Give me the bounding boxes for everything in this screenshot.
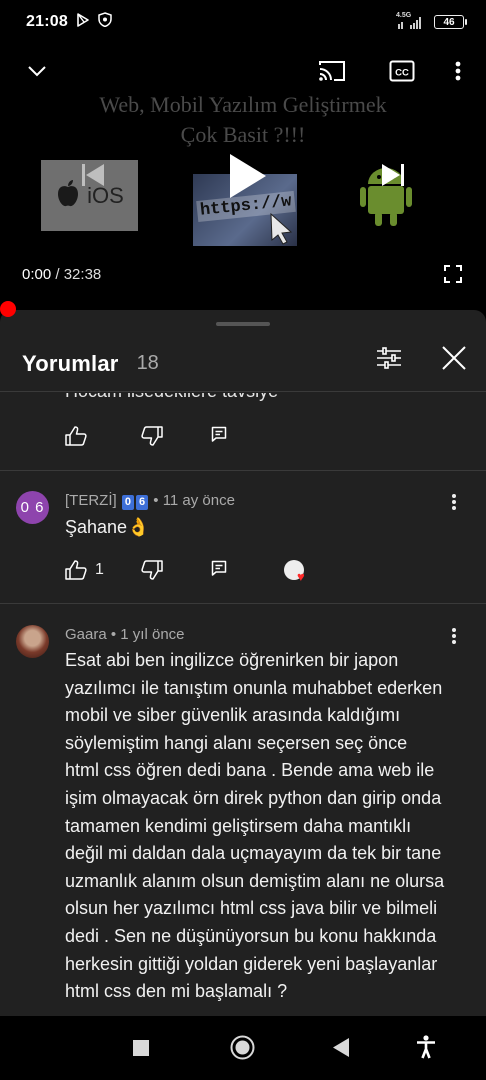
comment-text: Şahane👌 <box>65 517 150 537</box>
filter-sliders-icon[interactable] <box>376 345 402 376</box>
back-triangle-icon[interactable] <box>333 1038 349 1062</box>
like-count: 1 <box>95 561 104 578</box>
time-display: 0:00 / 32:38 <box>22 266 101 283</box>
status-left: 21:08 <box>26 12 112 32</box>
video-title-line2: Çok Basit ?!!! <box>180 122 306 147</box>
comment-line: herkesin gittiği yoldan giderek yeni baş… <box>65 953 438 974</box>
comment-line: tamamen kendimi geliştirsem daha mantıkl… <box>65 815 412 836</box>
comment-line: işim olmayacak örn direk python dan giri… <box>65 787 442 808</box>
cc-icon[interactable]: CC <box>389 59 415 88</box>
reply-button[interactable] <box>211 426 227 442</box>
comment-author[interactable]: Gaara <box>65 626 107 643</box>
cast-icon[interactable] <box>317 59 347 88</box>
video-title-line1: Web, Mobil Yazılım Geliştirmek <box>99 92 387 117</box>
svg-text:CC: CC <box>395 68 409 79</box>
comment-line: html css den mi başlamalı ? <box>65 981 288 1002</box>
comment-text: Esat abi ben ingilizce öğrenirken bir ja… <box>65 647 470 1006</box>
dislike-button[interactable] <box>141 560 163 580</box>
avatar[interactable] <box>16 625 49 658</box>
thumb-down-icon <box>141 426 163 446</box>
reply-button[interactable] <box>211 560 227 576</box>
time-total: 32:38 <box>63 266 102 283</box>
comment-actions <box>0 426 486 456</box>
reply-icon <box>211 560 227 576</box>
comment-actions: 1 ♥ <box>0 560 486 590</box>
drag-handle[interactable] <box>216 322 270 326</box>
meta-dot: • <box>110 626 121 643</box>
status-right: 4.5G 46 <box>396 12 467 30</box>
system-nav-bar <box>0 1016 486 1080</box>
thumb-up-icon <box>65 426 87 446</box>
time-separator: / <box>51 266 64 283</box>
comment-line: uzmanlık alanım olsun demiştim alanı ne … <box>65 870 445 891</box>
comment-line: yazılımcı ile tanıştım onunla muhabbet e… <box>65 677 443 698</box>
comment-line: dedi . Sen ne düşünüyorsun bu konu hakkı… <box>65 925 437 946</box>
video-player[interactable]: CC Web, Mobil Yazılım Geliştirmek Çok Ba… <box>0 44 486 310</box>
skip-next-icon[interactable] <box>380 162 406 193</box>
like-button[interactable] <box>65 426 87 446</box>
play-store-icon <box>76 12 90 32</box>
author-badge-2: 6 <box>135 495 149 510</box>
square-icon[interactable] <box>133 1040 149 1061</box>
comment-more-icon[interactable] <box>446 492 462 512</box>
creator-heart-avatar: ♥ <box>284 560 305 584</box>
shield-icon <box>98 12 112 32</box>
meta-dot: • <box>153 492 163 509</box>
divider <box>0 603 486 604</box>
play-icon[interactable] <box>226 152 268 200</box>
comment-time: 1 yıl önce <box>120 626 185 643</box>
comment-line: html css öğren dedi bana . Bende ama web… <box>65 760 435 781</box>
chevron-down-icon[interactable] <box>26 60 48 87</box>
time-current: 0:00 <box>22 266 52 283</box>
more-vert-icon[interactable] <box>453 60 463 87</box>
heart-icon: ♥ <box>297 569 305 584</box>
comment-line: mobil ve siber güvenlik arasında kaldığı… <box>65 705 401 726</box>
avatar[interactable]: 0 6 <box>16 491 49 524</box>
comments-header: Yorumlar 18 <box>0 336 486 392</box>
accessibility-icon[interactable] <box>416 1035 436 1064</box>
comment-line: Esat abi ben ingilizce öğrenirken bir ja… <box>65 650 399 670</box>
circle-icon[interactable] <box>230 1035 255 1065</box>
close-icon[interactable] <box>441 345 467 376</box>
comment-line: değil mi daldan dala uçmayayım da tek bi… <box>65 843 442 864</box>
progress-scrubber[interactable] <box>0 301 16 317</box>
comments-title: Yorumlar <box>22 350 119 376</box>
reply-icon <box>211 426 227 442</box>
thumb-up-icon <box>65 560 87 580</box>
signal-icon: 4.5G <box>396 12 424 30</box>
battery-icon: 46 <box>434 15 467 29</box>
video-title: Web, Mobil Yazılım Geliştirmek Çok Basit… <box>0 90 486 150</box>
comment-meta: Gaara • 1 yıl önce <box>65 626 185 643</box>
comments-sheet: Yorumlar 18 Hocam lisedekilere tavsiye 0… <box>0 310 486 1016</box>
divider <box>0 470 486 471</box>
apple-logo-icon <box>55 178 81 213</box>
author-badge-1: 0 <box>121 495 134 510</box>
fullscreen-icon[interactable] <box>444 265 462 288</box>
comment-time: 11 ay önce <box>162 492 235 509</box>
clipped-comment: Hocam lisedekilere tavsiye <box>0 393 486 407</box>
comment-line: olsun her yazılımcı html css java bilir … <box>65 898 438 919</box>
thumb-down-icon <box>141 560 163 580</box>
battery-level: 46 <box>443 16 455 28</box>
comment-more-icon[interactable] <box>446 626 462 646</box>
skip-previous-icon[interactable] <box>80 162 106 193</box>
comment-author[interactable]: [TERZİ] <box>65 492 117 509</box>
comment-line: söylemiştim hangi alanı seçersen seç önc… <box>65 732 408 753</box>
status-bar: 21:08 4.5G 46 <box>0 0 486 44</box>
comment-meta: [TERZİ] 06 • 11 ay önce <box>65 492 235 510</box>
like-button[interactable]: 1 <box>65 560 104 580</box>
comments-count: 18 <box>136 352 159 374</box>
dislike-button[interactable] <box>141 426 163 446</box>
clipped-comment-text: Hocam lisedekilere tavsiye <box>65 393 278 402</box>
status-time: 21:08 <box>26 13 68 30</box>
